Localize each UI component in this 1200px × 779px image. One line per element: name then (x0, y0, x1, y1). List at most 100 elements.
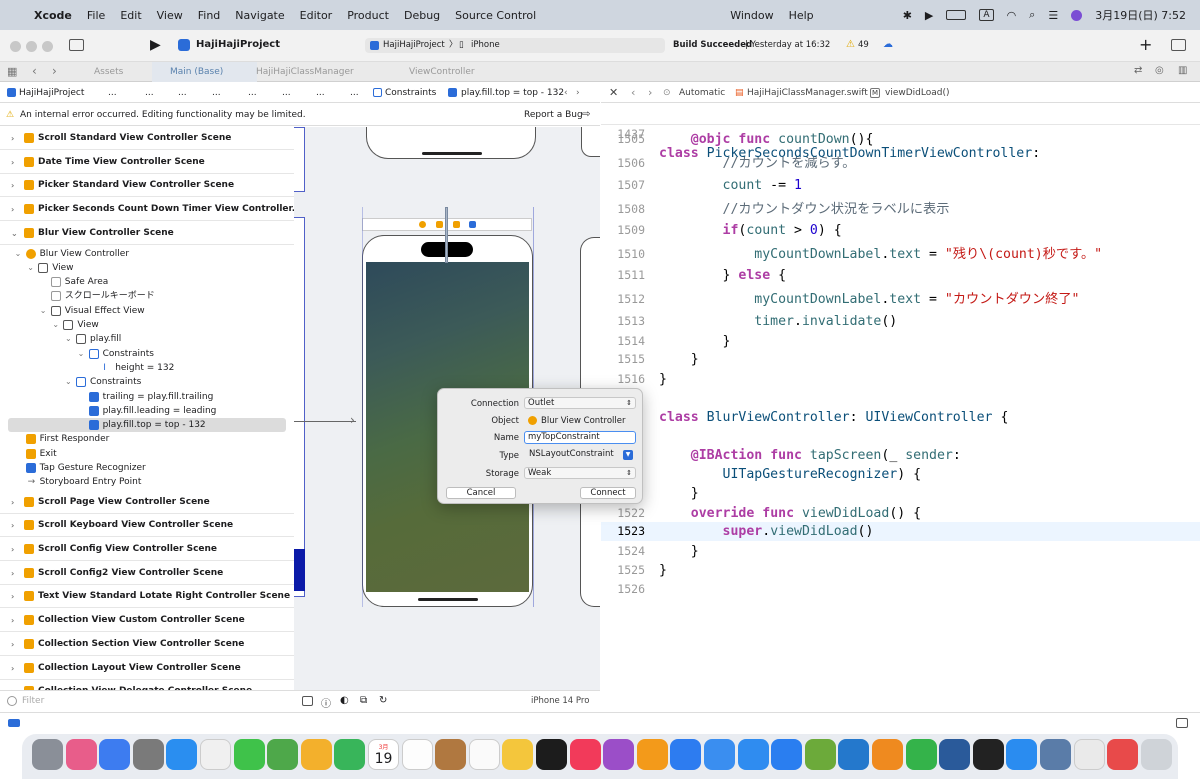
jump-item[interactable]: ... (178, 83, 187, 103)
outline-item[interactable]: Tap Gesture Recognizer (0, 461, 294, 475)
play-circle-icon[interactable]: ▶ (925, 9, 933, 22)
code-line[interactable]: 1514 } (601, 332, 1200, 351)
menu-edit[interactable]: Edit (120, 9, 141, 22)
selected-constraint-line[interactable] (445, 207, 448, 263)
chevron-right-icon[interactable]: › (11, 491, 14, 514)
code-line[interactable]: 1522 override func viewDidLoad() { (601, 504, 1200, 523)
outline-scene[interactable]: › Scroll Page View Controller Scene (0, 491, 294, 514)
storage-select[interactable]: Weak ⇕ (524, 467, 636, 479)
keynote-icon[interactable] (872, 739, 903, 770)
pages-icon[interactable] (939, 739, 971, 770)
back-icon[interactable]: ‹ (32, 64, 37, 78)
outline-item[interactable]: スクロールキーボード (0, 289, 294, 303)
search-icon[interactable]: ⌕ (1029, 8, 1035, 22)
chrome-icon[interactable] (200, 739, 231, 770)
forward-icon[interactable]: › (648, 83, 652, 103)
jump-constraint[interactable]: play.fill.top = top - 132 (461, 83, 564, 103)
chevron-down-icon[interactable]: ⌄ (78, 347, 85, 361)
outline-item[interactable]: → Storyboard Entry Point (0, 475, 294, 489)
swap-icon[interactable]: ⇄ (1134, 65, 1142, 76)
menu-help[interactable]: Help (789, 9, 814, 22)
appearance-icon[interactable]: ◐ (340, 695, 349, 706)
chevron-down-icon[interactable]: ⌄ (15, 247, 22, 261)
code-line[interactable] (601, 408, 1200, 427)
outline-item[interactable]: First Responder (0, 432, 294, 446)
device-picker[interactable]: iPhone 14 Pro (531, 696, 589, 706)
podcasts-icon[interactable] (603, 739, 635, 770)
jump-item[interactable]: ... (212, 83, 221, 103)
wifi-icon[interactable]: ◠ (1007, 9, 1017, 22)
prev-issue-icon[interactable]: ‹ (564, 83, 568, 103)
outline-item[interactable]: ⌄ Constraints (0, 347, 294, 361)
battery-icon[interactable] (946, 10, 967, 20)
forward-icon[interactable]: › (52, 64, 57, 78)
chevron-right-icon[interactable]: › (11, 609, 14, 632)
menu-source-control[interactable]: Source Control (455, 9, 536, 22)
outline-scene[interactable]: › Date Time View Controller Scene (0, 151, 294, 174)
jump-automatic[interactable]: Automatic (679, 83, 725, 103)
code-line[interactable]: 1516} (601, 370, 1200, 389)
appstore-icon[interactable] (771, 739, 803, 770)
outline-item[interactable]: ⌄ View (0, 261, 294, 275)
accessibility-icon[interactable]: ⓘ (321, 695, 331, 710)
dictionary-icon[interactable] (1107, 739, 1139, 770)
jump-file[interactable]: HajiHajiClassManager.swift (747, 83, 868, 103)
code-line[interactable]: 1513 timer.invalidate() (601, 312, 1200, 331)
scheme-selector[interactable]: HajiHajiProject 〉 ▯ iPhone (365, 38, 665, 53)
close-window-button[interactable] (10, 41, 21, 52)
filter-input[interactable]: Filter (22, 696, 44, 706)
outline-item[interactable]: trailing = play.fill.trailing (0, 390, 294, 404)
next-issue-icon[interactable]: › (576, 83, 580, 103)
bluetooth-icon[interactable]: ✱ (903, 9, 912, 22)
jump-item[interactable]: ... (316, 83, 325, 103)
calendar-icon[interactable]: 3月 19 (368, 739, 399, 770)
zoom-window-button[interactable] (42, 41, 53, 52)
jump-item[interactable]: ... (145, 83, 154, 103)
code-line[interactable]: 1515 } (601, 350, 1200, 369)
chevron-right-icon[interactable]: › (11, 514, 14, 537)
chevron-down-icon[interactable]: ⌄ (27, 261, 34, 275)
chevron-right-icon[interactable]: › (11, 151, 14, 174)
editor-icon[interactable] (804, 739, 836, 770)
scheme-name[interactable]: HajiHajiProject (383, 38, 445, 53)
warning-count[interactable]: 49 (858, 40, 869, 50)
notes2-icon[interactable] (502, 739, 534, 770)
connect-button[interactable]: Connect (580, 487, 636, 499)
code-line[interactable] (601, 390, 1200, 409)
outline-item[interactable]: Exit (0, 447, 294, 461)
chevron-down-icon[interactable]: ⌄ (52, 318, 59, 332)
maps-icon[interactable] (267, 739, 299, 770)
code-line[interactable]: 1509 if(count > 0) { (601, 221, 1200, 240)
code-editor[interactable]: 1437 class PickerSecondsCountDownTimerVi… (601, 104, 1200, 712)
chevron-down-icon[interactable]: ⌄ (65, 332, 72, 346)
code-line[interactable]: @IBAction func tapScreen(_ sender: (601, 446, 1200, 465)
tab-viewcontroller[interactable]: ViewController (391, 62, 501, 82)
menu-clock[interactable]: 3月19日(日) 7:52 (1095, 7, 1186, 23)
siri-icon[interactable] (1071, 9, 1083, 21)
outline-scene[interactable]: › Scroll Config2 View Controller Scene (0, 562, 294, 585)
code-line[interactable]: 1510 myCountDownLabel.text = "残り\(count)… (601, 245, 1200, 264)
orientation-icon[interactable]: ↻ (379, 695, 387, 706)
jump-item[interactable]: ... (350, 83, 359, 103)
chevron-right-icon[interactable]: › (11, 538, 14, 561)
tab-classmanager[interactable]: HajiHajiClassManager (238, 62, 388, 82)
textedit-icon[interactable] (1073, 739, 1105, 770)
cancel-button[interactable]: Cancel (446, 487, 516, 499)
chevron-down-icon[interactable]: ▼ (623, 450, 633, 460)
code-line[interactable]: 1523 super.viewDidLoad() (601, 522, 1200, 541)
close-editor-icon[interactable]: ✕ (609, 83, 618, 103)
menu-editor[interactable]: Editor (300, 9, 333, 22)
chevron-right-icon[interactable]: › (11, 127, 14, 150)
run-button[interactable]: ▶ (150, 37, 161, 53)
outline-item[interactable]: Safe Area (0, 275, 294, 289)
outlet-name-input[interactable]: myTopConstraint (524, 431, 636, 444)
device-name[interactable]: iPhone (471, 38, 500, 53)
chevron-right-icon[interactable]: › (11, 585, 14, 608)
embed-icon[interactable]: ⧉ (360, 695, 367, 706)
numbers-icon[interactable] (905, 739, 937, 770)
report-bug-button[interactable]: Report a Bug (524, 104, 583, 126)
trash-icon[interactable] (1140, 739, 1172, 770)
menu-find[interactable]: Find (198, 9, 221, 22)
chevron-right-icon[interactable]: › (11, 680, 14, 690)
tab-assets[interactable]: Assets (76, 62, 156, 82)
